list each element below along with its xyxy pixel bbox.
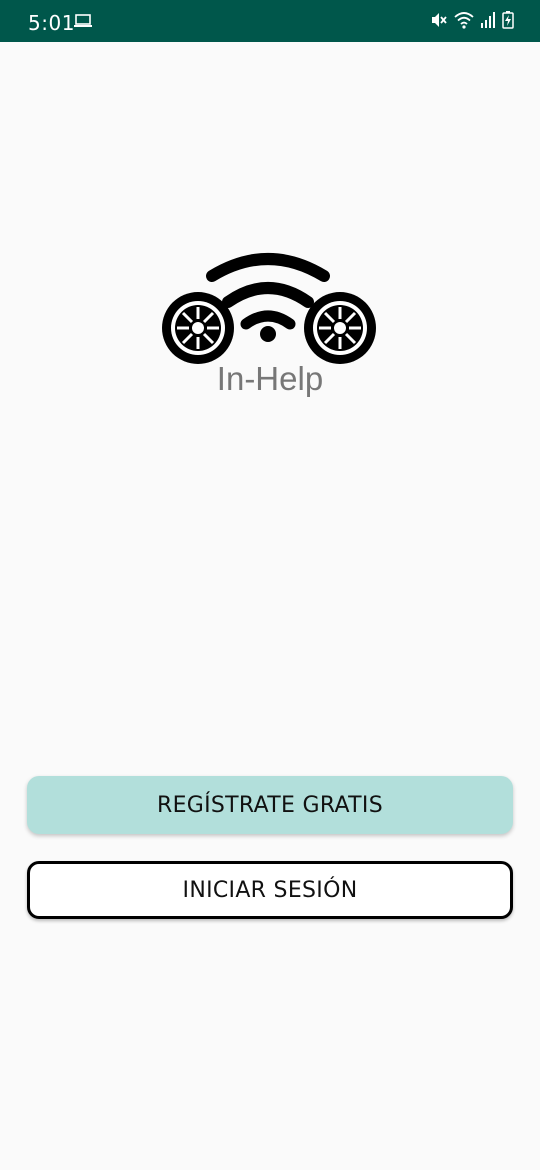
mute-icon	[430, 11, 448, 34]
register-button[interactable]: REGÍSTRATE GRATIS	[27, 776, 513, 834]
app-name: In-Help	[216, 360, 324, 397]
app-logo	[158, 252, 382, 364]
status-icons	[430, 11, 514, 34]
login-button-label: INICIAR SESIÓN	[182, 877, 358, 903]
login-button[interactable]: INICIAR SESIÓN	[27, 861, 513, 919]
status-bar: 5:01	[0, 0, 540, 42]
laptop-icon	[73, 13, 93, 34]
status-time: 5:01	[28, 11, 75, 35]
signal-icon	[480, 11, 496, 34]
battery-icon	[502, 11, 514, 34]
register-button-label: REGÍSTRATE GRATIS	[157, 792, 383, 818]
wifi-icon	[454, 11, 474, 34]
